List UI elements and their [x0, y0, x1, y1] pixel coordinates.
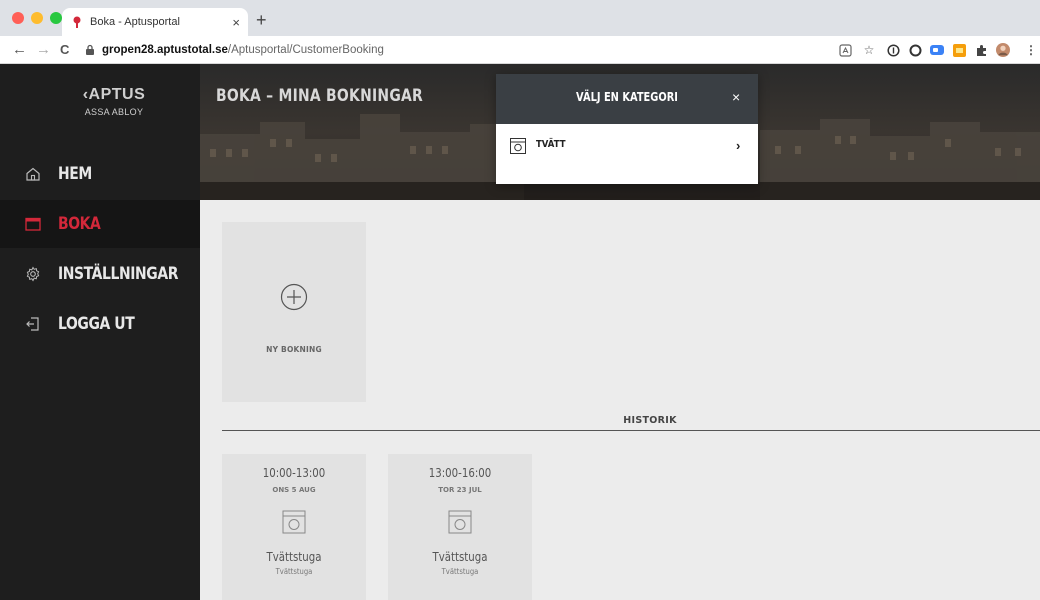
- modal-body: TVÄTT ›: [496, 124, 758, 184]
- lock-icon: [86, 44, 94, 55]
- close-window-button[interactable]: [12, 12, 24, 24]
- booking-card[interactable]: 10:00-13:00 ONS 5 AUG Tvättstuga Tvättst…: [222, 454, 366, 600]
- chevron-right-icon: ›: [736, 138, 741, 153]
- logout-icon: [24, 315, 42, 333]
- sidebar-item-boka[interactable]: BOKA: [0, 200, 200, 248]
- browser-menu-icon[interactable]: ⋮: [1024, 43, 1038, 57]
- booking-time: 13:00-16:00: [428, 466, 492, 480]
- modal-header: VÄLJ EN KATEGORI ×: [496, 74, 758, 124]
- home-icon: [24, 165, 42, 183]
- gear-icon: [24, 265, 42, 283]
- browser-tab-bar: Boka - Aptusportal × +: [0, 0, 1040, 36]
- extension-circle-icon[interactable]: [908, 43, 922, 57]
- sidebar-item-label: HEM: [58, 164, 92, 184]
- tab-title: Boka - Aptusportal: [90, 16, 180, 28]
- url-host: gropen28.aptustotal.se: [102, 44, 228, 56]
- washing-machine-icon: [510, 138, 526, 154]
- back-button[interactable]: ←: [12, 41, 27, 59]
- bookmark-star-icon[interactable]: ☆: [862, 43, 876, 57]
- sidebar-item-hem[interactable]: HEM: [0, 150, 200, 198]
- booking-subtitle: Tvättstuga: [441, 567, 479, 576]
- modal-title: VÄLJ EN KATEGORI: [576, 90, 678, 104]
- booking-name: Tvättstuga: [432, 550, 488, 564]
- url-path: /Aptusportal/CustomerBooking: [227, 44, 384, 56]
- modal-close-button[interactable]: ×: [732, 88, 740, 106]
- forward-button[interactable]: →: [36, 41, 51, 59]
- washing-machine-icon: [448, 510, 472, 534]
- new-booking-label: NY BOKNING: [266, 345, 322, 354]
- booking-date: TOR 23 JUL: [438, 486, 482, 494]
- profile-avatar-icon[interactable]: [996, 43, 1010, 57]
- sidebar: ‹APTUS ASSA ABLOY HEM BOKA INSTÄLLNINGAR: [0, 64, 200, 600]
- extensions-puzzle-icon[interactable]: [974, 43, 988, 57]
- sidebar-item-logga-ut[interactable]: LOGGA UT: [0, 300, 200, 348]
- category-item-tvatt[interactable]: TVÄTT ›: [496, 134, 758, 160]
- aptus-logo: ‹APTUS ASSA ABLOY: [74, 86, 154, 117]
- sidebar-item-installningar[interactable]: INSTÄLLNINGAR: [0, 250, 200, 298]
- sidebar-item-label: INSTÄLLNINGAR: [58, 264, 179, 284]
- extension-info-icon[interactable]: [886, 43, 900, 57]
- booking-date: ONS 5 AUG: [272, 486, 316, 494]
- booking-name: Tvättstuga: [266, 550, 322, 564]
- minimize-window-button[interactable]: [31, 12, 43, 24]
- new-booking-card[interactable]: NY BOKNING: [222, 222, 366, 402]
- page-title: BOKA – MINA BOKNINGAR: [216, 86, 424, 106]
- extension-orange-icon[interactable]: [952, 43, 966, 57]
- logo-line1: ‹APTUS: [82, 86, 146, 103]
- browser-address-bar: ← → C gropen28.aptustotal.se/Aptusportal…: [0, 36, 1040, 64]
- main-content: NY BOKNING HISTORIK 10:00-13:00 ONS 5 AU…: [200, 200, 1040, 600]
- window-controls: [12, 12, 62, 24]
- url-field[interactable]: gropen28.aptustotal.se/Aptusportal/Custo…: [84, 40, 824, 60]
- calendar-icon: [24, 215, 42, 233]
- browser-tab[interactable]: Boka - Aptusportal ×: [62, 8, 248, 36]
- tab-close-button[interactable]: ×: [232, 15, 240, 30]
- sidebar-item-label: BOKA: [58, 214, 101, 234]
- sidebar-item-label: LOGGA UT: [58, 314, 135, 334]
- aptus-favicon-icon: [72, 16, 82, 28]
- new-tab-button[interactable]: +: [256, 11, 267, 29]
- booking-time: 10:00-13:00: [262, 466, 326, 480]
- plus-circle-icon: [280, 283, 308, 311]
- history-divider: [222, 430, 1040, 431]
- maximize-window-button[interactable]: [50, 12, 62, 24]
- logo-line2: ASSA ABLOY: [84, 107, 144, 117]
- booking-card[interactable]: 13:00-16:00 TOR 23 JUL Tvättstuga Tvätts…: [388, 454, 532, 600]
- history-title: HISTORIK: [623, 415, 677, 426]
- reload-button[interactable]: C: [60, 41, 69, 59]
- category-modal: VÄLJ EN KATEGORI × TVÄTT ›: [496, 74, 758, 184]
- extension-blue-icon[interactable]: [930, 43, 944, 57]
- washing-machine-icon: [282, 510, 306, 534]
- category-label: TVÄTT: [536, 139, 566, 150]
- translate-icon[interactable]: [838, 43, 852, 57]
- booking-subtitle: Tvättstuga: [275, 567, 313, 576]
